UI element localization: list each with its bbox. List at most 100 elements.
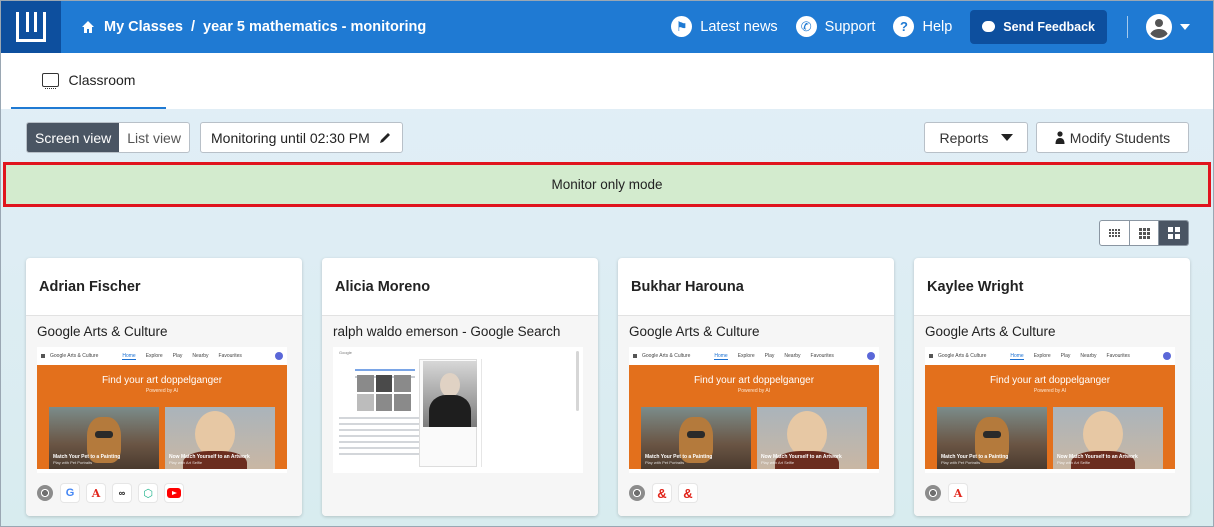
ampersand-icon[interactable]: & bbox=[679, 484, 697, 502]
chat-bubble-icon bbox=[982, 21, 996, 32]
site-nav-item: Explore bbox=[737, 352, 755, 359]
pencil-icon bbox=[379, 132, 390, 143]
screen-thumbnail[interactable]: Google Arts & Culture Home Explore Play … bbox=[925, 347, 1175, 473]
open-tabs-row: G A ∞ ⬡ bbox=[37, 484, 183, 502]
cube-icon[interactable]: ⬡ bbox=[139, 484, 157, 502]
monitor-only-banner: Monitor only mode bbox=[3, 162, 1211, 207]
ampersand-icon[interactable]: & bbox=[653, 484, 671, 502]
modify-students-button[interactable]: Modify Students bbox=[1036, 122, 1189, 153]
grid-size-toggle bbox=[1099, 220, 1189, 246]
image-results bbox=[357, 375, 411, 411]
hero-subtitle: Powered by AI bbox=[737, 388, 771, 394]
active-tab-title: ralph waldo emerson - Google Search bbox=[333, 324, 561, 339]
latest-news-link[interactable]: ⚑ Latest news bbox=[671, 16, 778, 37]
phone-icon: ✆ bbox=[795, 16, 817, 37]
screen-view-button[interactable]: Screen view bbox=[27, 123, 120, 152]
chevron-down-icon[interactable] bbox=[1180, 23, 1190, 30]
site-toolbar: Google Arts & Culture Home Explore Play … bbox=[629, 347, 879, 365]
student-card[interactable]: Adrian Fischer Google Arts & Culture Goo… bbox=[26, 258, 302, 516]
scrollbar[interactable] bbox=[576, 351, 579, 411]
art-selfie-image: Now Match Yourself to an Artwork Play wit… bbox=[757, 407, 867, 469]
site-nav-item: Play bbox=[172, 352, 183, 359]
logo-icon bbox=[15, 11, 46, 42]
abc-icon[interactable]: ∞ bbox=[113, 484, 131, 502]
menu-icon bbox=[633, 354, 637, 358]
youtube-icon[interactable] bbox=[165, 484, 183, 502]
breadcrumb-my-classes[interactable]: My Classes bbox=[104, 19, 183, 35]
latest-news-label: Latest news bbox=[700, 18, 778, 35]
grid-large-icon bbox=[1167, 227, 1180, 239]
site-name: Google Arts & Culture bbox=[938, 353, 987, 359]
site-toolbar: Google Arts & Culture Home Explore Play … bbox=[37, 347, 287, 365]
screen-thumbnail[interactable]: Google Arts & Culture Home Explore Play … bbox=[629, 347, 879, 473]
adobe-icon[interactable]: A bbox=[949, 484, 967, 502]
grid-large-button[interactable] bbox=[1159, 221, 1188, 245]
help-label: Help bbox=[922, 18, 953, 35]
hero-subtitle: Powered by AI bbox=[145, 388, 179, 394]
grid-medium-button[interactable] bbox=[1130, 221, 1160, 245]
support-label: Support bbox=[824, 18, 876, 35]
art-caption: Now Match Yourself to an Artwork Play wit… bbox=[1057, 454, 1138, 466]
active-tab-title: Google Arts & Culture bbox=[925, 324, 1056, 339]
modify-students-label: Modify Students bbox=[1069, 129, 1171, 146]
site-nav-item: Nearby bbox=[784, 352, 801, 359]
account-dot-icon bbox=[275, 352, 283, 360]
app-logo[interactable] bbox=[0, 0, 61, 53]
site-nav-item: Home bbox=[122, 352, 136, 360]
reports-dropdown[interactable]: Reports bbox=[924, 122, 1028, 153]
site-nav-item: Favourites bbox=[218, 352, 242, 359]
adobe-icon[interactable]: A bbox=[87, 484, 105, 502]
screen-thumbnail[interactable]: Google bbox=[333, 347, 583, 473]
site-nav-item: Favourites bbox=[810, 352, 834, 359]
art-caption: Now Match Yourself to an Artwork Play wit… bbox=[761, 454, 842, 466]
student-card[interactable]: Bukhar Harouna Google Arts & Culture Goo… bbox=[618, 258, 894, 516]
art-selfie-image: Now Match Yourself to an Artwork Play wit… bbox=[1053, 407, 1163, 469]
site-nav-item: Nearby bbox=[192, 352, 209, 359]
hero-title: Find your art doppelganger bbox=[693, 375, 815, 386]
grid-small-button[interactable] bbox=[1100, 221, 1130, 245]
tab-bar: Classroom bbox=[0, 53, 1214, 109]
account-dot-icon bbox=[867, 352, 875, 360]
site-nav-item: Nearby bbox=[1080, 352, 1097, 359]
art-caption: Match Your Pet to a Painting Play with Pe… bbox=[53, 454, 120, 466]
student-card[interactable]: Alicia Moreno ralph waldo emerson - Goog… bbox=[322, 258, 598, 516]
student-screen: ralph waldo emerson - Google Search Goog… bbox=[322, 316, 598, 516]
site-toolbar: Google Arts & Culture Home Explore Play … bbox=[925, 347, 1175, 365]
hero-banner: Find your art doppelganger Powered by AI… bbox=[629, 365, 879, 469]
student-name: Alicia Moreno bbox=[322, 258, 598, 316]
screen-thumbnail[interactable]: Google Arts & Culture Home Explore Play … bbox=[37, 347, 287, 473]
home-icon[interactable] bbox=[81, 20, 95, 34]
list-view-button[interactable]: List view bbox=[119, 123, 189, 152]
send-feedback-button[interactable]: Send Feedback bbox=[970, 9, 1107, 44]
tab-classroom-label: Classroom bbox=[68, 72, 136, 88]
site-name: Google Arts & Culture bbox=[642, 353, 691, 359]
reports-label: Reports bbox=[939, 129, 989, 146]
site-nav-item: Favourites bbox=[1106, 352, 1130, 359]
art-caption-sub: Play with Art Selfie bbox=[1057, 460, 1091, 465]
user-avatar[interactable] bbox=[1146, 13, 1172, 40]
monitoring-until-button[interactable]: Monitoring until 02:30 PM bbox=[200, 122, 403, 153]
hero-banner: Find your art doppelganger Powered by AI… bbox=[37, 365, 287, 469]
help-link[interactable]: ? Help bbox=[893, 16, 952, 37]
emerson-portrait-image bbox=[423, 361, 477, 427]
tab-classroom[interactable]: Classroom bbox=[11, 53, 166, 109]
hero-banner: Find your art doppelganger Powered by AI… bbox=[925, 365, 1175, 469]
google-icon[interactable]: G bbox=[61, 484, 79, 502]
grid-medium-icon bbox=[1138, 227, 1150, 239]
search-page: Google bbox=[333, 347, 583, 473]
send-feedback-label: Send Feedback bbox=[1003, 19, 1095, 34]
open-tabs-row: & & bbox=[629, 484, 697, 502]
chrome-icon[interactable] bbox=[629, 485, 645, 501]
pet-portrait-image: Match Your Pet to a Painting Play with Pe… bbox=[937, 407, 1047, 469]
chrome-icon[interactable] bbox=[37, 485, 53, 501]
caret-down-icon bbox=[1000, 134, 1013, 141]
support-link[interactable]: ✆ Support bbox=[795, 16, 876, 37]
student-card[interactable]: Kaylee Wright Google Arts & Culture Goog… bbox=[914, 258, 1190, 516]
art-caption: Match Your Pet to a Painting Play with Pe… bbox=[645, 454, 712, 466]
site-nav-item: Explore bbox=[1033, 352, 1051, 359]
menu-icon bbox=[929, 354, 933, 358]
chrome-icon[interactable] bbox=[925, 485, 941, 501]
art-caption-sub: Play with Art Selfie bbox=[761, 460, 795, 465]
menu-icon bbox=[41, 354, 45, 358]
site-name: Google Arts & Culture bbox=[50, 353, 99, 359]
